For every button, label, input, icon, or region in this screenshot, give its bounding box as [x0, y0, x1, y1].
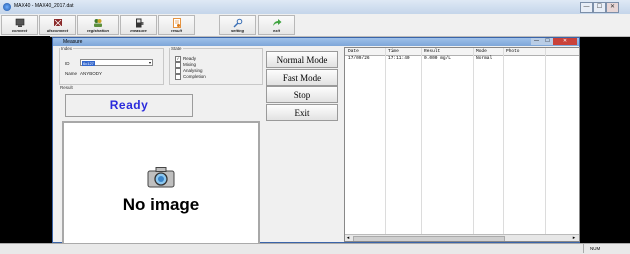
scrollbar-thumb[interactable]: [353, 236, 505, 241]
state-completion-checkbox: [175, 74, 181, 80]
stop-button[interactable]: Stop: [266, 86, 338, 103]
table-cell[interactable]: Normal: [473, 56, 492, 61]
column-photo[interactable]: Photo: [503, 48, 520, 55]
result-icon: [172, 18, 182, 28]
dialog-title: Measure: [63, 39, 83, 45]
setting-icon: [233, 18, 243, 28]
state-legend: State: [171, 46, 182, 51]
exit-dialog-button[interactable]: Exit: [266, 104, 338, 121]
camera-icon: [147, 166, 175, 188]
dialog-titlebar: Measure — ☐ ✕: [53, 38, 579, 46]
id-value: 6c127: [82, 61, 95, 66]
scroll-left-icon[interactable]: ◂: [345, 235, 351, 241]
measure-button[interactable]: measure: [120, 15, 157, 35]
column-divider: [473, 48, 474, 241]
result-legend: Result: [60, 85, 73, 90]
registration-button[interactable]: registration: [77, 15, 119, 35]
registration-label: registration: [86, 28, 109, 33]
name-label: Name: [65, 71, 78, 76]
column-result[interactable]: Result: [421, 48, 440, 55]
horizontal-scrollbar[interactable]: ◂ ▸: [345, 234, 579, 241]
table-cell[interactable]: 17/09/26: [345, 56, 370, 61]
monitor-icon: [15, 18, 25, 28]
index-legend: Index: [61, 46, 73, 51]
chevron-down-icon: ▾: [148, 60, 151, 65]
id-label: ID: [65, 61, 70, 66]
setting-label: setting: [230, 28, 245, 33]
toolbar: connect disconnect registration measure …: [0, 14, 630, 37]
workspace-background: [0, 36, 50, 243]
window-title: MAX40 - MAX40_2017.dat: [14, 3, 74, 9]
exit-label: exit: [273, 28, 280, 33]
state-mixing-label: Mixing: [183, 62, 197, 68]
state-analysing-label: Analysing: [183, 68, 203, 74]
state-completion: Completion: [175, 74, 206, 80]
result-label: result: [171, 28, 182, 33]
users-icon: [93, 18, 103, 28]
window-titlebar: MAX40 - MAX40_2017.dat — ☐ ✕: [0, 0, 630, 14]
scroll-right-icon[interactable]: ▸: [571, 235, 577, 241]
result-button[interactable]: result: [158, 15, 195, 35]
exit-button[interactable]: exit: [258, 15, 295, 35]
state-completion-label: Completion: [183, 74, 206, 80]
num-lock-indicator: NUM: [583, 244, 630, 253]
measure-label: measure: [130, 28, 147, 33]
disconnect-label: disconnect: [46, 28, 69, 33]
minimize-button[interactable]: —: [580, 2, 593, 13]
column-divider: [545, 48, 546, 241]
close-button[interactable]: ✕: [606, 2, 619, 13]
column-divider: [503, 48, 504, 241]
photo-area: No image: [64, 123, 258, 244]
results-table[interactable]: Date Time Result Mode Photo 17/09/26 17:…: [344, 47, 580, 242]
normal-mode-button[interactable]: Normal Mode: [266, 51, 338, 68]
table-cell[interactable]: 0.000 mg/L: [421, 56, 451, 61]
exit-arrow-icon: [272, 18, 282, 28]
state-ready-label: Ready: [183, 56, 197, 62]
statusbar: NUM: [0, 243, 630, 254]
setting-button[interactable]: setting: [219, 15, 256, 35]
column-time[interactable]: Time: [385, 48, 399, 55]
column-mode[interactable]: Mode: [473, 48, 487, 55]
id-select[interactable]: 6c127 ▾: [80, 59, 153, 66]
table-cell[interactable]: 17:11:40: [385, 56, 410, 61]
name-value: ANYBODY: [80, 71, 103, 76]
disconnect-button[interactable]: disconnect: [39, 15, 76, 35]
connect-button[interactable]: connect: [1, 15, 38, 35]
column-date[interactable]: Date: [345, 48, 359, 55]
column-divider: [421, 48, 422, 241]
dialog-maximize-button[interactable]: ☐: [542, 38, 553, 45]
table-header: Date Time Result Mode Photo: [345, 48, 579, 56]
dialog-minimize-button[interactable]: —: [531, 38, 542, 45]
app-icon: [3, 3, 11, 11]
result-display: Ready: [65, 94, 193, 117]
connect-label: connect: [11, 28, 28, 33]
measure-dialog: Measure — ☐ ✕ Index ID 6c127 ▾ Name ANYB…: [52, 37, 580, 244]
dialog-close-button[interactable]: ✕: [553, 38, 577, 45]
no-image-text: No image: [122, 195, 200, 214]
column-divider: [385, 48, 386, 241]
maximize-button[interactable]: ☐: [593, 2, 606, 13]
fast-mode-button[interactable]: Fast Mode: [266, 69, 338, 86]
device-icon: [134, 18, 144, 28]
disconnect-icon: [53, 18, 63, 28]
